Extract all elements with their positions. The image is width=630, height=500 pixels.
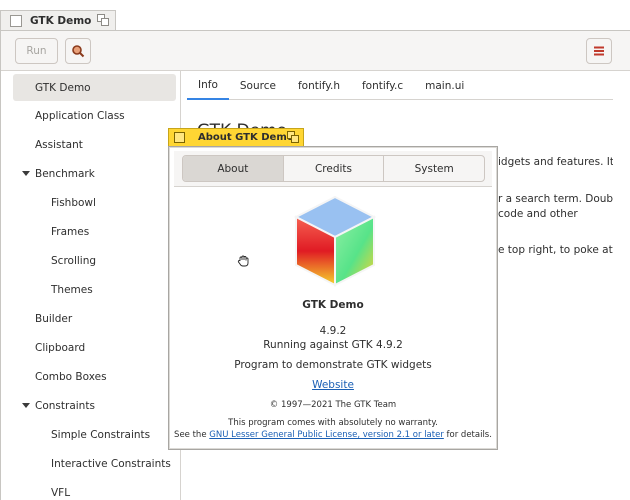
sidebar-item-label: Assistant	[35, 138, 83, 151]
tab-about[interactable]: About	[183, 156, 284, 181]
tab-fontify-h[interactable]: fontify.h	[287, 72, 351, 100]
info-paragraph-3: e top right, to poke at	[498, 244, 613, 256]
expander-down-icon[interactable]	[22, 403, 30, 408]
about-warranty: This program comes with absolutely no wa…	[228, 418, 438, 428]
tab-info[interactable]: Info	[187, 72, 229, 100]
hamburger-menu-icon	[594, 46, 604, 56]
license-link[interactable]: GNU Lesser General Public License, versi…	[209, 430, 444, 440]
tab-credits[interactable]: Credits	[284, 156, 385, 181]
tab-label: System	[414, 162, 454, 175]
sidebar-item-frames[interactable]: Frames	[11, 217, 180, 246]
license-prefix: See the	[174, 430, 210, 440]
about-stack-switcher: About Credits System	[182, 155, 485, 182]
license-suffix: for details.	[443, 430, 492, 440]
maximize-icon[interactable]	[287, 131, 299, 143]
tab-label: fontify.c	[361, 79, 404, 92]
tab-label: fontify.h	[297, 79, 340, 92]
sidebar-item-application-class[interactable]: Application Class	[11, 101, 180, 130]
sidebar-item-label: Constraints	[35, 399, 95, 412]
sidebar-item-label: Combo Boxes	[35, 370, 107, 383]
tab-fontify-c[interactable]: fontify.c	[351, 72, 414, 100]
about-app-name: GTK Demo	[302, 299, 364, 311]
sidebar-item-label: VFL	[51, 486, 71, 499]
run-button[interactable]: Run	[15, 38, 58, 64]
tab-label: Info	[198, 78, 218, 91]
expander-down-icon[interactable]	[22, 171, 30, 176]
sidebar-item-label: Simple Constraints	[51, 428, 151, 441]
about-copyright: © 1997—2021 The GTK Team	[269, 400, 397, 410]
demo-sidebar[interactable]: GTK Demo Application Class Assistant Ben…	[11, 71, 181, 500]
about-description: Program to demonstrate GTK widgets	[234, 359, 432, 371]
sidebar-item-interactive-constraints[interactable]: Interactive Constraints	[11, 449, 180, 478]
source-tabs: Info Source fontify.h fontify.c main.ui	[187, 72, 613, 100]
sidebar-item-benchmark[interactable]: Benchmark	[11, 159, 180, 188]
about-body: GTK Demo 4.9.2 Running against GTK 4.9.2…	[174, 187, 492, 445]
about-license: See the GNU Lesser General Public Licens…	[174, 430, 492, 440]
window-titlebar[interactable]: GTK Demo	[0, 10, 116, 31]
about-dialog-header: About Credits System	[174, 151, 492, 187]
sidebar-item-assistant[interactable]: Assistant	[11, 130, 180, 159]
sidebar-item-gtk-demo[interactable]: GTK Demo	[13, 74, 176, 101]
about-dialog-titlebar[interactable]: About GTK Demo	[168, 128, 304, 147]
tab-system[interactable]: System	[384, 156, 484, 181]
sidebar-item-builder[interactable]: Builder	[11, 304, 180, 333]
tab-label: About	[217, 162, 249, 175]
tab-label: Credits	[314, 162, 353, 175]
sidebar-item-label: GTK Demo	[35, 81, 91, 94]
website-link[interactable]: Website	[312, 379, 354, 391]
sidebar-item-label: Application Class	[35, 109, 125, 122]
gtk-logo-icon	[294, 195, 376, 287]
tab-label: main.ui	[425, 79, 465, 92]
tab-label: Source	[239, 79, 276, 92]
sidebar-item-themes[interactable]: Themes	[11, 275, 180, 304]
maximize-icon[interactable]	[97, 14, 109, 26]
sidebar-item-simple-constraints[interactable]: Simple Constraints	[11, 420, 180, 449]
main-menu-button[interactable]	[586, 38, 612, 64]
tab-source[interactable]: Source	[229, 72, 287, 100]
window-menu-icon[interactable]	[10, 15, 22, 27]
window-title: GTK Demo	[30, 15, 92, 27]
sidebar-item-constraints[interactable]: Constraints	[11, 391, 180, 420]
tab-main-ui[interactable]: main.ui	[414, 72, 475, 100]
info-paragraph-2b: code and other	[498, 208, 578, 220]
sidebar-item-label: Builder	[35, 312, 73, 325]
about-running-against: Running against GTK 4.9.2	[263, 339, 403, 351]
sidebar-item-label: Fishbowl	[51, 196, 96, 209]
sidebar-item-label: Clipboard	[35, 341, 86, 354]
search-icon	[72, 45, 85, 58]
run-label: Run	[26, 45, 47, 57]
info-paragraph-1: idgets and features. It	[498, 156, 613, 168]
sidebar-item-label: Benchmark	[35, 167, 95, 180]
info-paragraph-2a: r a search term. Double-	[498, 193, 613, 205]
about-dialog: About Credits System GTK Demo 4.9.2 Runn…	[168, 146, 498, 450]
sidebar-item-label: Scrolling	[51, 254, 97, 267]
sidebar-item-label: Themes	[51, 283, 93, 296]
hand-cursor-icon	[237, 255, 249, 267]
dialog-menu-icon[interactable]	[174, 132, 185, 143]
about-dialog-title: About GTK Demo	[198, 132, 294, 143]
headerbar: Run	[1, 31, 630, 71]
sidebar-item-fishbowl[interactable]: Fishbowl	[11, 188, 180, 217]
sidebar-item-label: Frames	[51, 225, 90, 238]
sidebar-item-clipboard[interactable]: Clipboard	[11, 333, 180, 362]
sidebar-item-scrolling[interactable]: Scrolling	[11, 246, 180, 275]
about-version: 4.9.2	[319, 325, 347, 337]
sidebar-item-label: Interactive Constraints	[51, 457, 171, 470]
sidebar-item-vfl[interactable]: VFL	[11, 478, 180, 500]
search-button[interactable]	[65, 38, 91, 64]
sidebar-item-combo-boxes[interactable]: Combo Boxes	[11, 362, 180, 391]
